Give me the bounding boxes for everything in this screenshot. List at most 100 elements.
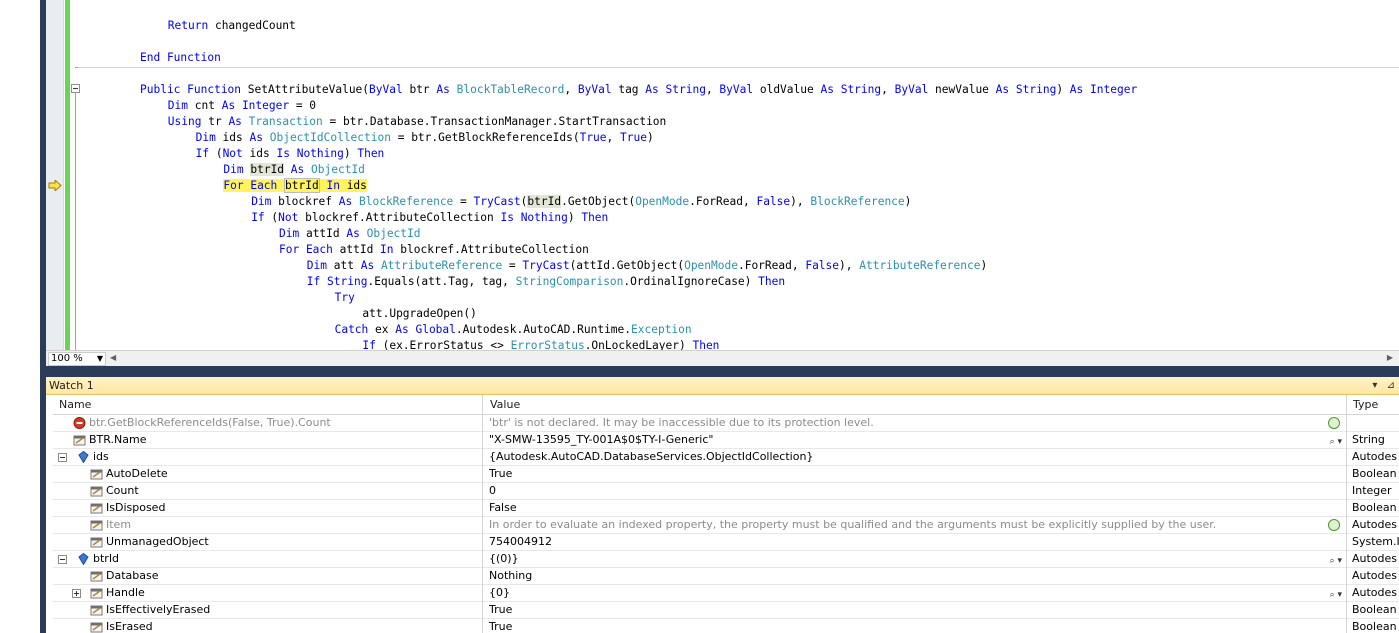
code-line[interactable]: For Each btrId In ids (46, 178, 1137, 194)
visualizer-magnifier-icon[interactable]: ⌕ ▾ (1330, 553, 1342, 568)
code-line[interactable]: att.UpgradeOpen() (46, 306, 1137, 322)
column-header-type[interactable]: Type (1347, 395, 1399, 415)
watch-title-bar[interactable]: Watch 1 ▾ ⊿ (46, 377, 1399, 395)
watch-name-cell[interactable]: Database (53, 568, 483, 585)
watch-name-cell[interactable]: ids (53, 449, 483, 466)
code-line[interactable]: End Function (46, 50, 1137, 66)
collapse-icon[interactable] (58, 453, 67, 462)
visualizer-magnifier-icon[interactable]: ⌕ ▾ (1330, 587, 1342, 602)
desktop-margin (0, 0, 40, 633)
code-token: .ForRead, (737, 259, 806, 272)
watch-value-cell[interactable]: Nothing (483, 568, 1347, 585)
code-line[interactable]: If (Not ids Is Nothing) Then (46, 146, 1137, 162)
code-token: Integer (1090, 83, 1138, 96)
watch-name-cell[interactable]: btr.GetBlockReferenceIds(False, True).Co… (53, 415, 483, 432)
watch-value-cell[interactable]: True (483, 466, 1347, 483)
watch-row[interactable]: IsEffectivelyErased True Boolean (53, 602, 1399, 619)
code-token: As (645, 83, 659, 96)
watch-row[interactable]: btrId {(0)} ⌕ ▾ Autodes (53, 551, 1399, 568)
watch-value-cell[interactable]: "X-SMW-13595_TY-001A$0$TY-I-Generic" ⌕ ▾ (483, 432, 1347, 449)
watch-row[interactable]: IsErased True Boolean (53, 619, 1399, 633)
watch-name-cell[interactable]: IsEffectivelyErased (53, 602, 483, 619)
code-token: OpenMode (684, 259, 738, 272)
code-line[interactable]: Return changedCount (46, 18, 1137, 34)
code-token: Is (500, 211, 514, 224)
watch-row[interactable]: BTR.Name "X-SMW-13595_TY-001A$0$TY-I-Gene… (53, 432, 1399, 449)
watch-row[interactable]: UnmanagedObject 754004912 System.I (53, 534, 1399, 551)
refresh-icon[interactable] (1328, 519, 1340, 531)
watch-name-cell[interactable]: BTR.Name (53, 432, 483, 449)
watch-value-cell[interactable]: True (483, 602, 1347, 619)
watch-name-cell[interactable]: btrId (53, 551, 483, 568)
watch-name: AutoDelete (106, 467, 168, 480)
watch-row[interactable]: Count 0 Integer (53, 483, 1399, 500)
code-token: For Each (279, 243, 333, 256)
watch-row[interactable]: Item In order to evaluate an indexed prop… (53, 517, 1399, 534)
watch-value-cell[interactable]: In order to evaluate an indexed property… (483, 517, 1347, 534)
code-line[interactable]: Catch ex As Global.Autodesk.AutoCAD.Runt… (46, 322, 1137, 338)
code-line[interactable]: For Each attId In blockref.AttributeColl… (46, 242, 1137, 258)
watch-name-cell[interactable]: Item (53, 517, 483, 534)
watch-name-cell[interactable]: Handle (53, 585, 483, 602)
watch-row[interactable]: btr.GetBlockReferenceIds(False, True).Co… (53, 415, 1399, 432)
visualizer-magnifier-icon[interactable]: ⌕ ▾ (1330, 434, 1342, 449)
watch-name: IsDisposed (106, 501, 166, 514)
watch-type-cell: System.I (1352, 535, 1399, 548)
watch-row[interactable]: AutoDelete True Boolean (53, 466, 1399, 483)
watch-name-cell[interactable]: IsErased (53, 619, 483, 633)
code-line[interactable]: Try (46, 290, 1137, 306)
code-line[interactable]: Dim btrId As ObjectId (46, 162, 1137, 178)
watch-name-cell[interactable]: IsDisposed (53, 500, 483, 517)
watch-row[interactable]: ids {Autodesk.AutoCAD.DatabaseServices.Ob… (53, 449, 1399, 466)
code-lines[interactable]: Return changedCount End Function Public Fu… (46, 18, 1137, 354)
code-token: ), (839, 259, 860, 272)
watch-name-cell[interactable]: AutoDelete (53, 466, 483, 483)
code-line[interactable]: Dim attId As ObjectId (46, 226, 1137, 242)
window-position-icon[interactable]: ▾ (1372, 380, 1377, 391)
code-line[interactable] (46, 34, 1137, 50)
watch-value-cell[interactable]: True (483, 619, 1347, 633)
pin-icon[interactable]: ⊿ (1387, 380, 1395, 391)
watch-name-cell[interactable]: UnmanagedObject (53, 534, 483, 551)
panel-splitter[interactable] (40, 366, 1399, 377)
code-line[interactable]: Dim cnt As Integer = 0 (46, 98, 1137, 114)
code-token: BlockReference (359, 195, 454, 208)
watch-row[interactable]: IsDisposed False Boolean (53, 500, 1399, 517)
code-token: blockref.AttributeCollection (298, 211, 501, 224)
code-token: String (840, 83, 882, 96)
column-header-name[interactable]: Name (53, 395, 483, 415)
watch-value: {0} (489, 586, 510, 599)
scroll-left-icon[interactable]: ◀ (110, 353, 116, 362)
code-line[interactable]: Dim att As AttributeReference = TryCast(… (46, 258, 1137, 274)
collapse-icon[interactable] (58, 555, 67, 564)
zoom-dropdown-icon[interactable]: ▼ (97, 353, 103, 365)
zoom-combobox[interactable]: 100 % ▼ (48, 352, 106, 366)
watch-value-cell[interactable]: {0} ⌕ ▾ (483, 585, 1347, 602)
code-line[interactable]: Public Function SetAttributeValue(ByVal … (46, 82, 1137, 98)
watch-value-cell[interactable]: 754004912 (483, 534, 1347, 551)
watch-value-cell[interactable]: {Autodesk.AutoCAD.DatabaseServices.Objec… (483, 449, 1347, 466)
code-editor[interactable]: Return changedCount End Function Public Fu… (46, 0, 1399, 366)
code-token: Dim (223, 163, 244, 176)
code-line[interactable]: Dim ids As ObjectIdCollection = btr.GetB… (46, 130, 1137, 146)
code-line[interactable]: Dim blockref As BlockReference = TryCast… (46, 194, 1137, 210)
watch-name-cell[interactable]: Count (53, 483, 483, 500)
watch-value-cell[interactable]: 0 (483, 483, 1347, 500)
expand-icon[interactable] (72, 589, 81, 598)
watch-row[interactable]: Database Nothing Autodes (53, 568, 1399, 585)
column-header-value[interactable]: Value (483, 395, 1347, 415)
refresh-icon[interactable] (1328, 417, 1340, 429)
watch-row[interactable]: Handle {0} ⌕ ▾ Autodes (53, 585, 1399, 602)
code-line[interactable]: Using tr As Transaction = btr.Database.T… (46, 114, 1137, 130)
watch-type-cell: Autodes (1352, 450, 1398, 463)
code-token: ids (215, 131, 250, 144)
watch-type-cell: Boolean (1352, 467, 1397, 480)
code-line[interactable] (46, 66, 1137, 82)
code-line[interactable]: If String.Equals(att.Tag, tag, StringCom… (46, 274, 1137, 290)
watch-value-cell[interactable]: {(0)} ⌕ ▾ (483, 551, 1347, 568)
scroll-right-icon[interactable]: ▶ (1387, 353, 1393, 362)
watch-value-cell[interactable]: 'btr' is not declared. It may be inacces… (483, 415, 1347, 432)
code-line[interactable]: If (Not blockref.AttributeCollection Is … (46, 210, 1137, 226)
watch-value-cell[interactable]: False (483, 500, 1347, 517)
